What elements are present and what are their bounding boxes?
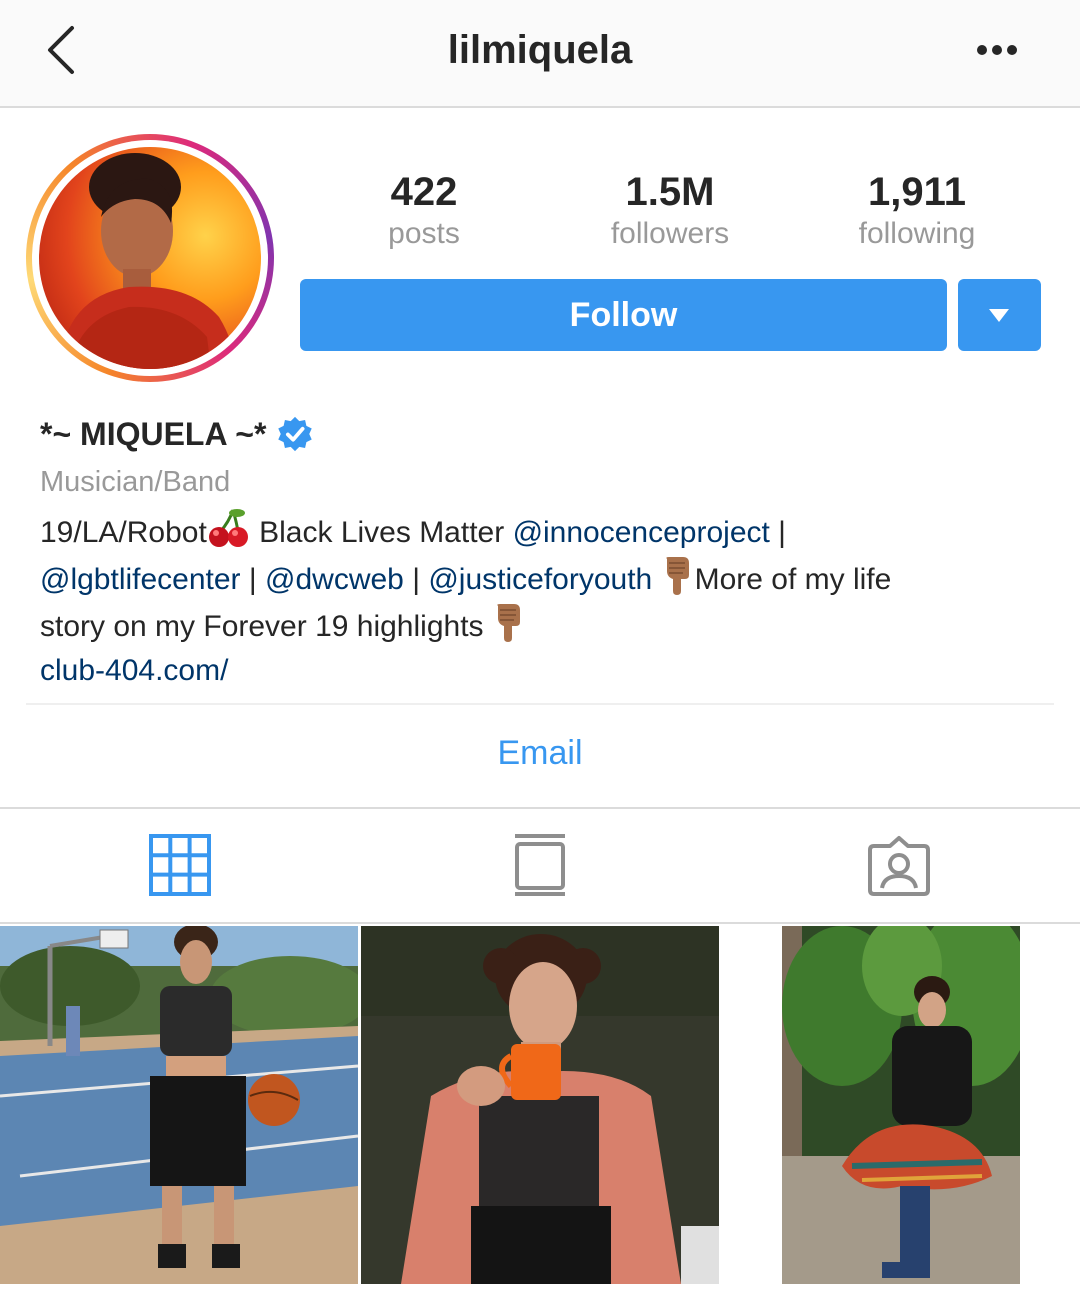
tab-tagged[interactable] [866,832,932,898]
posts-count[interactable]: 422 posts [314,168,534,252]
post-image-basketball [0,926,358,1284]
followers-count[interactable]: 1.5M followers [560,168,780,252]
post-thumbnail[interactable] [361,926,719,1284]
profile-username-title: lilmiquela [447,28,633,72]
posts-count-value: 422 [390,170,458,214]
top-navigation-bar: lilmiquela [0,0,1080,108]
bio-separator: | [769,516,786,549]
profile-category: Musician/Band [40,466,231,498]
bio-mention-link[interactable]: @dwcweb [265,563,404,596]
email-button[interactable]: Email [0,734,1080,773]
avatar-portrait [59,153,235,369]
bio-mention-link[interactable]: @justiceforyouth [428,563,652,596]
caret-down-icon [989,309,1009,322]
grid-icon [149,834,211,896]
following-count-label: following [858,217,976,250]
profile-avatar [39,147,261,369]
tab-guides[interactable] [507,832,573,898]
story-ring[interactable] [26,134,274,382]
book-icon [515,834,565,896]
post-image-mug [361,926,719,1284]
following-count-value: 1,911 [868,170,966,214]
profile-bio: 19/LA/Robot Black Lives Matter @innocenc… [40,508,1050,693]
more-options-button[interactable] [972,30,1022,70]
pointing-down-emoji-icon [665,557,689,595]
post-image-plants [782,926,1020,1284]
bio-text: story on my Forever 19 highlights [40,610,492,643]
pointing-down-emoji-icon [497,604,520,642]
suggested-accounts-dropdown-button[interactable] [958,279,1041,351]
bio-text: Black Lives Matter [250,516,513,549]
bio-mention-link[interactable]: @lgbtlifecenter [40,563,241,596]
post-thumbnail[interactable] [0,926,358,1284]
website-link[interactable]: club-404.com/ [40,654,228,687]
display-name: *~ MIQUELA ~* [40,415,267,452]
display-name-row: *~ MIQUELA ~* [40,412,314,456]
follow-button[interactable]: Follow [300,279,947,351]
divider [0,807,1080,809]
bio-text: 19/LA/Robot [40,516,207,549]
cherries-emoji-icon [208,509,248,547]
bio-separator: | [403,563,429,596]
tagged-person-icon [868,836,930,896]
divider [26,703,1054,705]
bio-separator: | [240,563,266,596]
posts-count-label: posts [388,217,460,250]
divider [0,922,1080,924]
tab-grid[interactable] [147,832,213,898]
verified-badge-icon [278,416,313,452]
followers-count-label: followers [610,217,730,250]
bio-text: More of my life [694,563,892,596]
bio-mention-link[interactable]: @innocenceproject [513,516,770,549]
post-thumbnail[interactable] [782,926,1020,1284]
following-count[interactable]: 1,911 following [807,168,1027,252]
more-horizontal-icon [977,45,1017,55]
followers-count-value: 1.5M [625,170,715,214]
